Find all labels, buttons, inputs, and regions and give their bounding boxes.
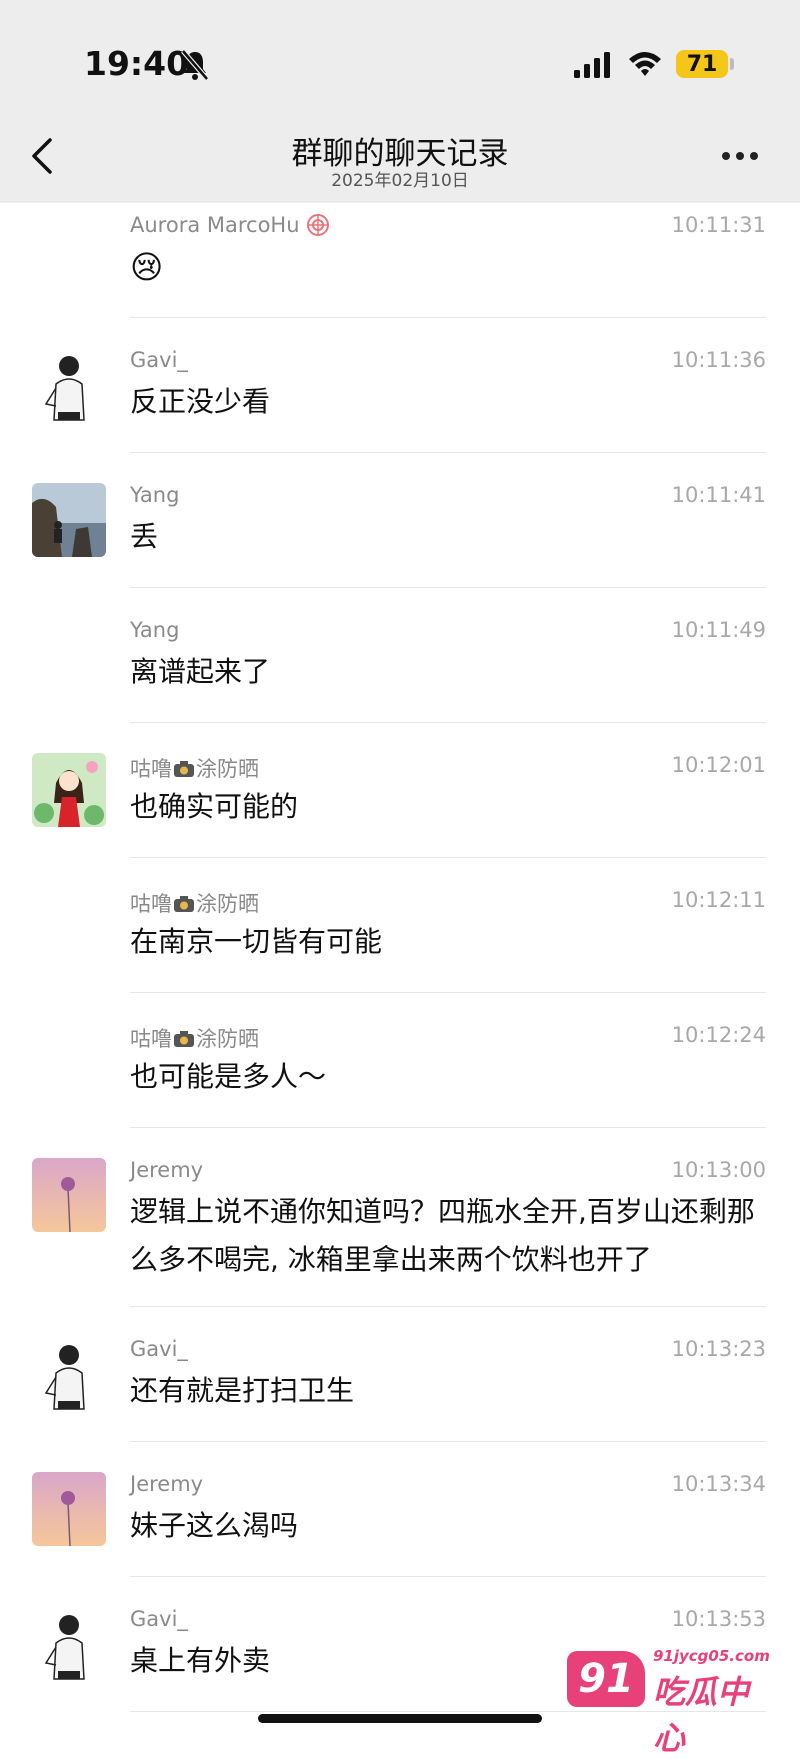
camera-icon [174, 1031, 194, 1047]
divider [130, 317, 766, 318]
watermark-logo: 91 91jycg05.com 吃瓜中心 [567, 1647, 777, 1757]
message-item[interactable]: Yang 10:11:49 离谱起来了 [0, 608, 800, 724]
message-time: 10:11:49 [671, 618, 766, 642]
avatar[interactable] [32, 1472, 106, 1546]
dot-icon [750, 152, 758, 160]
message-time: 10:11:31 [671, 213, 766, 237]
message-item[interactable]: 咕噜 涂防晒 10:12:11 在南京一切皆有可能 [0, 878, 800, 994]
message-time: 10:13:34 [671, 1472, 766, 1496]
sender-name: Aurora MarcoHu [130, 213, 330, 237]
message-item[interactable]: 咕噜 涂防晒 10:12:24 也可能是多人～ [0, 1013, 800, 1129]
pink-flower-avatar-icon [32, 1158, 106, 1232]
seaside-photo-avatar-icon [32, 483, 106, 557]
message-text: 丢 [130, 520, 159, 553]
message-time: 10:11:36 [671, 348, 766, 372]
sender-name: 咕噜 涂防晒 [130, 1027, 259, 1051]
avatar[interactable] [32, 1337, 106, 1411]
sender-name: Gavi_ [130, 1607, 188, 1631]
divider [130, 857, 766, 858]
flower-badge-icon [307, 214, 330, 236]
bell-muted-icon [181, 49, 209, 81]
avatar[interactable] [32, 1158, 106, 1232]
avatar[interactable] [32, 1607, 106, 1681]
battery-tip [730, 58, 734, 70]
sender-name: 咕噜 涂防晒 [130, 757, 259, 781]
person-sketch-avatar-icon [32, 348, 106, 422]
message-text: 😢 [130, 248, 164, 286]
watermark-url: 91jycg05.com [653, 1647, 770, 1665]
sender-name: Yang [130, 618, 180, 642]
battery-indicator: 71 [676, 50, 728, 78]
message-item[interactable]: Gavi_ 10:11:36 反正没少看 [0, 338, 800, 454]
avatar[interactable] [32, 753, 106, 827]
sender-name: Jeremy [130, 1158, 204, 1182]
sender-name: 咕噜 涂防晒 [130, 892, 259, 916]
message-text: 妹子这么渴吗 [130, 1509, 299, 1542]
person-sketch-avatar-icon [32, 1337, 106, 1411]
message-text: 反正没少看 [130, 385, 271, 418]
message-item[interactable]: Jeremy 10:13:34 妹子这么渴吗 [0, 1462, 800, 1578]
page-date: 2025年02月10日 [331, 171, 469, 191]
pink-flower-avatar-icon [32, 1472, 106, 1546]
message-item[interactable]: Yang 10:11:41 丢 [0, 473, 800, 589]
dot-icon [722, 152, 730, 160]
sender-name: Gavi_ [130, 1337, 188, 1361]
camera-icon [174, 761, 194, 777]
divider [130, 1306, 766, 1307]
message-item[interactable]: 咕噜 涂防晒 10:12:01 也确实可能的 [0, 743, 800, 859]
status-time: 19:40 [84, 44, 190, 83]
message-text: 也确实可能的 [130, 790, 299, 823]
message-time: 10:13:53 [671, 1607, 766, 1631]
sender-name: Jeremy [130, 1472, 204, 1496]
message-text: 逻辑上说不通你知道吗？四瓶水全开,百岁山还剩那么多不喝完, 冰箱里拿出来两个饮料… [130, 1195, 755, 1276]
wifi-icon [629, 52, 661, 76]
message-time: 10:11:41 [671, 483, 766, 507]
avatar[interactable] [32, 483, 106, 557]
signal-icon [574, 52, 610, 78]
message-time: 10:13:23 [671, 1337, 766, 1361]
divider [130, 992, 766, 993]
divider [130, 1127, 766, 1128]
more-options-button[interactable] [722, 145, 766, 161]
message-text: 还有就是打扫卫生 [130, 1374, 355, 1407]
message-time: 10:12:01 [671, 753, 766, 777]
message-time: 10:12:24 [671, 1023, 766, 1047]
avatar[interactable] [32, 348, 106, 422]
sender-name: Gavi_ [130, 348, 188, 372]
message-text: 在南京一切皆有可能 [130, 925, 383, 958]
watermark-name: 吃瓜中心 [653, 1673, 750, 1757]
camera-icon [174, 896, 194, 912]
message-item[interactable]: Gavi_ 10:13:23 还有就是打扫卫生 [0, 1327, 800, 1443]
watermark-badge: 91 [567, 1651, 645, 1707]
cartoon-girl-avatar-icon [32, 753, 106, 827]
dot-icon [736, 152, 744, 160]
person-sketch-avatar-icon [32, 1607, 106, 1681]
message-item[interactable]: Aurora MarcoHu 10:11:31 😢 [0, 203, 800, 319]
home-indicator [258, 1714, 542, 1723]
divider [130, 1576, 766, 1577]
message-text: 也可能是多人～ [130, 1060, 327, 1093]
header: 19:40 71 群聊的聊天记录 2025年02月10日 [0, 0, 800, 203]
sender-name: Yang [130, 483, 180, 507]
message-item[interactable]: Jeremy 10:13:00 逻辑上说不通你知道吗？四瓶水全开,百岁山还剩那么… [0, 1148, 800, 1308]
message-time: 10:13:00 [671, 1158, 766, 1182]
divider [130, 587, 766, 588]
message-time: 10:12:11 [671, 888, 766, 912]
divider [130, 722, 766, 723]
message-text: 离谱起来了 [130, 655, 271, 688]
divider [130, 1441, 766, 1442]
divider [130, 452, 766, 453]
